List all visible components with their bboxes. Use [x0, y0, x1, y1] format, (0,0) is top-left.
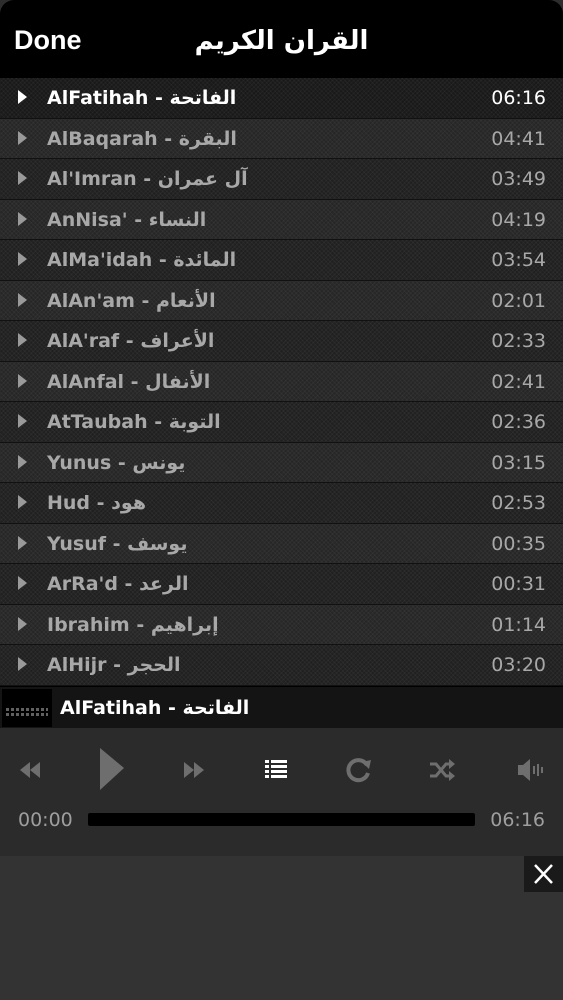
play-icon: [100, 748, 124, 790]
volume-button[interactable]: [506, 746, 554, 794]
player-controls: 00:00 06:16: [0, 728, 563, 856]
track-duration: 03:49: [491, 168, 546, 190]
total-time: 06:16: [490, 809, 545, 831]
page-title: القران الكريم: [194, 26, 369, 56]
track-name: Hud - هود: [47, 492, 146, 514]
track-name: AlFatihah - الفاتحة: [47, 87, 237, 109]
play-arrow-icon: [18, 171, 27, 185]
progress-bar[interactable]: [88, 813, 475, 826]
track-row[interactable]: Ibrahim - إبراهيم 01:14: [0, 604, 563, 645]
track-duration: 00:31: [491, 573, 546, 595]
track-row[interactable]: AlMa'idah - المائدة 03:54: [0, 240, 563, 281]
play-arrow-icon: [18, 333, 27, 347]
track-row[interactable]: AlAn'am - الأنعام 02:01: [0, 280, 563, 321]
play-arrow-icon: [18, 211, 27, 226]
playlist-button[interactable]: [252, 746, 300, 794]
track-row[interactable]: Yunus - يونس 03:15: [0, 442, 563, 483]
now-playing-title: AlFatihah - الفاتحة: [60, 697, 250, 719]
track-duration: 02:01: [491, 289, 546, 312]
track-duration: 02:33: [491, 330, 546, 352]
repeat-button[interactable]: [334, 746, 382, 794]
track-duration: 03:15: [491, 451, 546, 474]
play-arrow-icon: [18, 616, 27, 631]
repeat-icon: [346, 758, 371, 783]
track-row[interactable]: Al'Imran - آل عمران 03:49: [0, 159, 563, 200]
track-name: AlA'raf - الأعراف: [47, 330, 215, 352]
track-duration: 04:41: [491, 127, 546, 150]
track-row[interactable]: ArRa'd - الرعد 00:31: [0, 564, 563, 605]
header-bar: Done القران الكريم: [0, 0, 563, 78]
track-name: AlBaqarah - البقرة: [47, 127, 237, 150]
quran-player-app: Done القران الكريم AlFatihah - الفاتحة 06…: [0, 0, 563, 1000]
play-arrow-icon: [18, 130, 27, 145]
track-name: AlHijr - الحجر: [47, 654, 181, 676]
shuffle-button[interactable]: [418, 746, 466, 794]
track-duration: 04:19: [491, 208, 546, 231]
list-icon: [265, 760, 287, 778]
close-button[interactable]: [524, 856, 563, 892]
close-icon: [534, 864, 553, 884]
track-name: AlAn'am - الأنعام: [47, 289, 216, 312]
rewind-icon: [20, 762, 40, 778]
play-button[interactable]: [88, 746, 136, 794]
play-arrow-icon: [18, 454, 27, 469]
fast-forward-button[interactable]: [170, 746, 218, 794]
track-list: AlFatihah - الفاتحة 06:16 AlBaqarah - البق…: [0, 78, 563, 686]
track-name: ArRa'd - الرعد: [47, 573, 189, 595]
track-name: AlMa'idah - المائدة: [47, 249, 237, 271]
play-arrow-icon: [18, 414, 27, 428]
play-arrow-icon: [18, 576, 27, 590]
track-row[interactable]: Yusuf - يوسف 00:35: [0, 523, 563, 564]
track-duration: 01:14: [491, 613, 546, 636]
track-row[interactable]: AtTaubah - التوبة 02:36: [0, 402, 563, 443]
track-row[interactable]: AlAnfal - الأنفال 02:41: [0, 361, 563, 402]
track-name: Al'Imran - آل عمران: [47, 168, 248, 190]
rewind-button[interactable]: [8, 746, 56, 794]
track-duration: 03:20: [491, 654, 546, 676]
track-name: AtTaubah - التوبة: [47, 411, 221, 433]
track-row[interactable]: AlA'raf - الأعراف 02:33: [0, 321, 563, 362]
track-duration: 03:54: [491, 249, 546, 271]
play-arrow-icon: [18, 90, 27, 104]
now-playing-thumbnail: [2, 689, 52, 727]
track-duration: 06:16: [491, 87, 546, 109]
volume-icon: [518, 759, 543, 781]
track-name: AlAnfal - الأنفال: [47, 370, 211, 393]
play-arrow-icon: [18, 373, 27, 388]
track-duration: 02:53: [491, 492, 546, 514]
current-time: 00:00: [18, 809, 73, 831]
track-name: Yusuf - يوسف: [47, 532, 188, 555]
track-duration: 00:35: [491, 532, 546, 555]
play-arrow-icon: [18, 535, 27, 550]
track-name: AnNisa' - النساء: [47, 208, 207, 231]
shuffle-icon: [430, 759, 455, 781]
now-playing-bar: AlFatihah - الفاتحة: [0, 686, 563, 729]
track-name: Yunus - يونس: [47, 451, 186, 474]
track-row[interactable]: AnNisa' - النساء 04:19: [0, 199, 563, 240]
track-row[interactable]: AlHijr - الحجر 03:20: [0, 645, 563, 686]
track-name: Ibrahim - إبراهيم: [47, 613, 219, 636]
play-arrow-icon: [18, 495, 27, 509]
play-arrow-icon: [18, 252, 27, 266]
track-duration: 02:36: [491, 411, 546, 433]
fast-forward-icon: [184, 762, 204, 778]
play-arrow-icon: [18, 657, 27, 671]
track-duration: 02:41: [491, 370, 546, 393]
track-row[interactable]: Hud - هود 02:53: [0, 483, 563, 524]
track-row[interactable]: AlBaqarah - البقرة 04:41: [0, 118, 563, 159]
bottom-panel: [0, 856, 563, 1000]
track-row[interactable]: AlFatihah - الفاتحة 06:16: [0, 78, 563, 119]
play-arrow-icon: [18, 292, 27, 307]
